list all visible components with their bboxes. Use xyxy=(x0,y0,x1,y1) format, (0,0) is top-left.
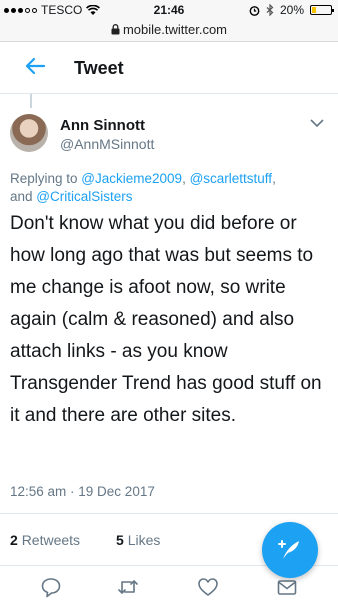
retweets-label: Retweets xyxy=(21,532,81,548)
app-header: Tweet xyxy=(0,42,338,94)
compose-button[interactable] xyxy=(262,522,318,578)
separator: , xyxy=(182,171,190,186)
battery-percent: 20% xyxy=(279,3,304,17)
battery-icon xyxy=(310,5,334,15)
thread-connector xyxy=(30,94,32,108)
replying-to-label: Replying to xyxy=(10,171,82,186)
chevron-down-icon[interactable] xyxy=(310,118,324,128)
url-text: mobile.twitter.com xyxy=(122,22,228,37)
and-label: and xyxy=(10,189,37,204)
page-title: Tweet xyxy=(74,58,124,78)
reply-icon[interactable] xyxy=(40,576,62,598)
avatar[interactable] xyxy=(10,114,48,152)
envelope-icon[interactable] xyxy=(276,576,298,598)
likes-stat[interactable]: 5 Likes xyxy=(116,532,160,548)
mention-link[interactable]: @CriticalSisters xyxy=(36,189,132,204)
compose-feather-icon xyxy=(278,540,299,559)
tweet-timestamp[interactable]: 12:56 am · 19 Dec 2017 xyxy=(10,484,155,499)
retweets-count: 2 xyxy=(10,532,18,548)
mention-link[interactable]: @Jackieme2009 xyxy=(81,171,182,186)
separator: , xyxy=(272,171,276,186)
retweets-stat[interactable]: 2 Retweets xyxy=(10,532,80,548)
author-handle[interactable]: @AnnMSinnott xyxy=(60,136,154,152)
status-bar: TESCO 21:46 20% xyxy=(0,0,338,20)
tweet-text: Don't know what you did before or how lo… xyxy=(10,213,322,426)
retweet-icon[interactable] xyxy=(117,576,139,598)
bluetooth-icon xyxy=(266,4,274,16)
likes-label: Likes xyxy=(127,532,161,548)
status-right: 20% xyxy=(249,3,334,17)
mention-link[interactable]: @scarlettstuff xyxy=(190,171,272,186)
likes-count: 5 xyxy=(116,532,124,548)
arrow-left-icon[interactable] xyxy=(24,55,46,77)
alarm-icon xyxy=(249,5,260,16)
heart-icon[interactable] xyxy=(197,576,219,598)
lock-icon xyxy=(111,24,120,35)
url-bar[interactable]: mobile.twitter.com xyxy=(0,20,338,42)
replying-to: Replying to @Jackieme2009, @scarlettstuf… xyxy=(10,170,328,206)
author-name[interactable]: Ann Sinnott xyxy=(60,117,145,134)
